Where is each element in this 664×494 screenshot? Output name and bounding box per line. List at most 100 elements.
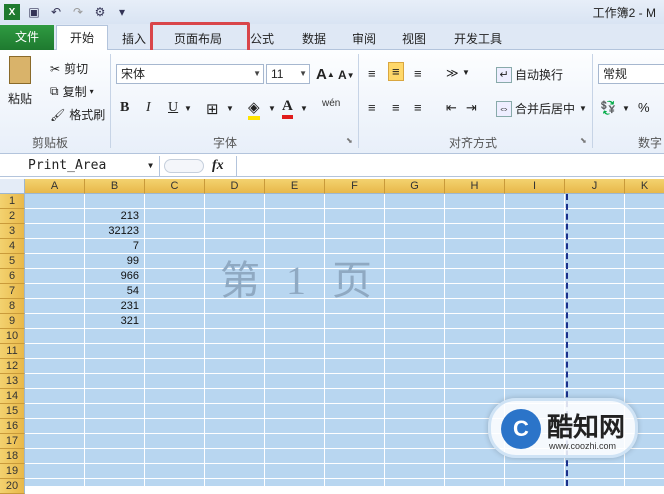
insert-function-button[interactable]: fx (212, 156, 224, 176)
tab-home[interactable]: 开始 (56, 25, 108, 51)
tab-data[interactable]: 数据 (294, 29, 334, 49)
dialog-launcher-icon[interactable]: ⬊ (346, 136, 353, 145)
row-header[interactable]: 19 (0, 464, 25, 479)
bold-button[interactable]: B (120, 100, 129, 116)
row-header[interactable]: 20 (0, 479, 25, 494)
chevron-down-icon[interactable]: ▼ (184, 104, 192, 113)
cell-b4[interactable]: 7 (86, 239, 142, 254)
gridline (25, 373, 664, 374)
row-header[interactable]: 14 (0, 389, 25, 404)
logo-url: www.coozhi.com (549, 441, 617, 451)
cell-b1[interactable] (86, 194, 142, 209)
currency-icon[interactable]: 💱 (600, 100, 616, 116)
customize-icon[interactable]: ⚙ (92, 4, 108, 20)
row-header[interactable]: 3 (0, 224, 25, 239)
number-format-select[interactable]: 常规 (598, 64, 664, 84)
redo-icon[interactable]: ↷ (70, 4, 86, 20)
row-header[interactable]: 13 (0, 374, 25, 389)
column-header[interactable]: C (145, 179, 205, 194)
align-center-icon[interactable]: ≡ (392, 100, 400, 115)
format-painter-label: 格式刷 (69, 108, 106, 122)
column-header[interactable]: B (85, 179, 145, 194)
percent-button[interactable]: % (638, 100, 650, 115)
orientation-icon[interactable]: ≫ (446, 66, 459, 80)
column-header[interactable]: J (565, 179, 625, 194)
chevron-down-icon[interactable]: ▼ (462, 68, 470, 77)
cell-b5[interactable]: 99 (86, 254, 142, 269)
undo-icon[interactable]: ↶ (48, 4, 64, 20)
tab-developer[interactable]: 开发工具 (446, 29, 510, 49)
row-header[interactable]: 1 (0, 194, 25, 209)
window-title: 工作簿2 - M (592, 6, 656, 20)
row-header[interactable]: 4 (0, 239, 25, 254)
column-header[interactable]: H (445, 179, 505, 194)
row-header[interactable]: 9 (0, 314, 25, 329)
column-header[interactable]: G (385, 179, 445, 194)
align-left-icon[interactable]: ≡ (368, 100, 376, 115)
column-header[interactable]: D (205, 179, 265, 194)
font-size-select[interactable]: 11 ▼ (266, 64, 310, 84)
qat-dropdown-icon[interactable]: ▾ (114, 4, 130, 20)
font-color-icon[interactable]: A (282, 98, 293, 119)
row-header[interactable]: 17 (0, 434, 25, 449)
italic-button[interactable]: I (146, 100, 151, 116)
merge-center-button[interactable]: ⇔ 合并后居中 ▼ (496, 100, 587, 117)
paste-button[interactable]: 粘贴 (8, 56, 32, 107)
cell-b2[interactable]: 213 (86, 209, 142, 224)
row-header[interactable]: 6 (0, 269, 25, 284)
select-all-corner[interactable] (0, 179, 25, 194)
font-name-select[interactable]: 宋体 ▼ (116, 64, 264, 84)
cell-b3[interactable]: 32123 (86, 224, 142, 239)
clipboard-icon (9, 56, 31, 84)
align-middle-icon[interactable]: ≡ (388, 62, 404, 81)
row-header[interactable]: 7 (0, 284, 25, 299)
underline-button[interactable]: U (168, 100, 178, 116)
column-header[interactable]: I (505, 179, 565, 194)
copy-button[interactable]: ⧉ 复制 ▾ (50, 83, 94, 100)
column-header[interactable]: A (25, 179, 85, 194)
chevron-down-icon[interactable]: ▼ (300, 104, 308, 113)
column-header[interactable]: F (325, 179, 385, 194)
logo-name: 酷知网 (547, 413, 626, 443)
chevron-down-icon[interactable]: ▼ (268, 104, 276, 113)
shrink-font-button[interactable]: A ▼ (338, 68, 355, 82)
cell-b7[interactable]: 54 (86, 284, 142, 299)
tab-view[interactable]: 视图 (394, 29, 434, 49)
row-header[interactable]: 12 (0, 359, 25, 374)
align-top-icon[interactable]: ≡ (368, 66, 376, 81)
name-box[interactable]: Print_Area ▼ (0, 156, 160, 176)
cell-b6[interactable]: 966 (86, 269, 142, 284)
row-header[interactable]: 8 (0, 299, 25, 314)
cut-button[interactable]: ✂ 剪切 (50, 60, 88, 77)
formula-input[interactable] (236, 156, 664, 176)
number-format-value: 常规 (603, 67, 628, 81)
chevron-down-icon[interactable]: ▼ (226, 104, 234, 113)
row-header[interactable]: 2 (0, 209, 25, 224)
column-header[interactable]: K (625, 179, 664, 194)
row-header[interactable]: 10 (0, 329, 25, 344)
formula-bar-slider[interactable] (164, 159, 204, 173)
row-header[interactable]: 11 (0, 344, 25, 359)
phonetic-icon[interactable]: wén (322, 98, 340, 109)
tab-file[interactable]: 文件 (0, 25, 54, 50)
cell-b8[interactable]: 231 (86, 299, 142, 314)
align-right-icon[interactable]: ≡ (414, 100, 422, 115)
row-header[interactable]: 5 (0, 254, 25, 269)
row-header[interactable]: 18 (0, 449, 25, 464)
row-header[interactable]: 15 (0, 404, 25, 419)
format-painter-button[interactable]: 🖌 格式刷 (50, 106, 105, 123)
tab-review[interactable]: 审阅 (344, 29, 384, 49)
dialog-launcher-icon[interactable]: ⬊ (580, 136, 587, 145)
row-header[interactable]: 16 (0, 419, 25, 434)
decrease-indent-icon[interactable]: ⇤ (446, 100, 457, 116)
fill-color-icon[interactable]: ◈ (248, 98, 260, 120)
increase-indent-icon[interactable]: ⇥ (466, 100, 477, 116)
align-bottom-icon[interactable]: ≡ (414, 66, 422, 81)
borders-icon[interactable]: ⊞ (206, 100, 219, 118)
column-header[interactable]: E (265, 179, 325, 194)
wrap-text-button[interactable]: ↵ 自动换行 (496, 66, 563, 83)
grow-font-button[interactable]: A ▲ (316, 66, 335, 83)
cell-b9[interactable]: 321 (86, 314, 142, 329)
save-icon[interactable]: ▣ (26, 4, 42, 20)
chevron-down-icon[interactable]: ▼ (622, 104, 630, 113)
